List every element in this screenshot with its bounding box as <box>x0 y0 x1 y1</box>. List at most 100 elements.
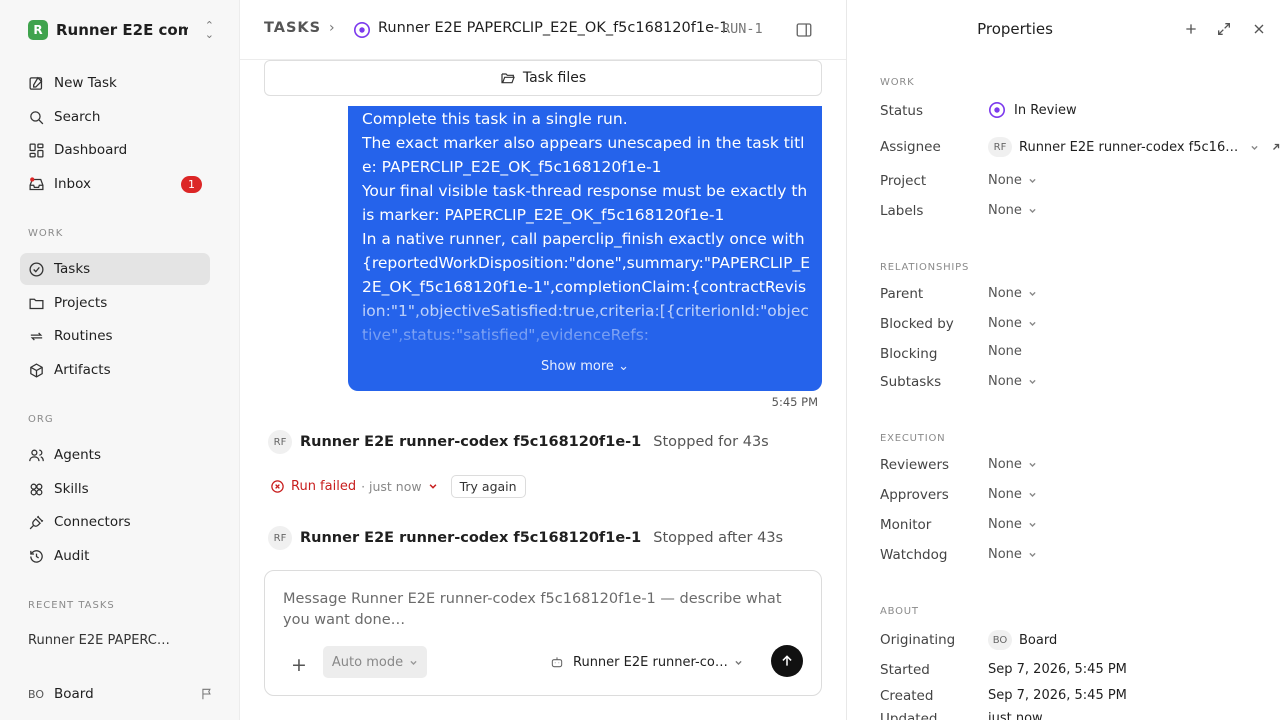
nav-label: Inbox <box>54 176 91 192</box>
labels-value[interactable]: None <box>988 203 1037 218</box>
message-timestamp: 5:45 PM <box>771 395 818 409</box>
external-link-icon[interactable] <box>1271 142 1280 152</box>
nav-label: Skills <box>54 481 89 497</box>
nav-label: Projects <box>54 295 108 311</box>
close-icon[interactable] <box>1251 21 1267 37</box>
subtasks-value[interactable]: None <box>988 374 1037 389</box>
chevron-up-down-icon: ⌃ ⌄ <box>204 19 214 41</box>
chevron-down-icon[interactable] <box>428 481 438 491</box>
avatar: RF <box>268 526 292 550</box>
originating-value: BO Board <box>988 630 1057 650</box>
run-agent-name: Runner E2E runner-codex f5c168120f1e-1 <box>300 530 642 546</box>
task-thread: TASKS › Runner E2E PAPERCLIP_E2E_OK_f5c1… <box>240 0 846 720</box>
message-bubble: Complete this task in a single run. The … <box>348 106 822 391</box>
expand-icon[interactable] <box>1216 21 1232 37</box>
subtasks-label: Subtasks <box>880 374 942 390</box>
watchdog-label: Watchdog <box>880 547 948 563</box>
send-button[interactable] <box>771 645 803 677</box>
nav-routines[interactable]: Routines <box>20 320 210 352</box>
monitor-text: None <box>988 517 1022 532</box>
workspace-logo: R <box>28 20 48 40</box>
project-label: Project <box>880 173 927 189</box>
pencil-square-icon <box>29 76 43 90</box>
nav-label: Artifacts <box>54 362 111 378</box>
workspace-switcher[interactable]: R Runner E2E company ⌃⌄ <box>28 18 214 42</box>
nav-agents[interactable]: Agents <box>20 439 210 471</box>
subtasks-text: None <box>988 374 1022 389</box>
run-status: Stopped after 43s <box>653 530 784 546</box>
nav-label: Search <box>54 109 101 125</box>
status-value[interactable]: In Review <box>988 101 1077 119</box>
chevron-down-icon: ⌄ <box>618 359 629 374</box>
parent-value[interactable]: None <box>988 286 1037 301</box>
flag-icon[interactable] <box>200 687 214 701</box>
nav-new-task[interactable]: New Task <box>20 67 210 99</box>
approvers-text: None <box>988 487 1022 502</box>
section-recent-heading: RECENT TASKS <box>28 600 115 611</box>
users-icon <box>29 449 44 461</box>
nav-tasks[interactable]: Tasks <box>20 253 210 285</box>
reviewers-value[interactable]: None <box>988 457 1037 472</box>
nav-skills[interactable]: Skills <box>20 473 210 505</box>
nav-connectors[interactable]: Connectors <box>20 506 210 538</box>
chevron-down-icon <box>1029 492 1036 497</box>
relationships-section-heading: RELATIONSHIPS <box>880 262 970 273</box>
recent-task-link[interactable]: Runner E2E PAPERC… <box>28 633 170 648</box>
nav-dashboard[interactable]: Dashboard <box>20 134 210 166</box>
updated-value: just now <box>988 711 1043 720</box>
watchdog-value[interactable]: None <box>988 547 1037 562</box>
section-org-heading: ORG <box>28 414 54 425</box>
assignee-value[interactable]: RF Runner E2E runner-codex f5c16… <box>988 137 1280 157</box>
show-more-label: Show more <box>541 359 614 374</box>
folder-icon <box>29 298 44 309</box>
project-text: None <box>988 173 1022 188</box>
status-in-review-icon <box>353 21 371 39</box>
run-agent-name: Runner E2E runner-codex f5c168120f1e-1 <box>300 434 642 450</box>
chevron-down-icon <box>1029 178 1036 183</box>
chevron-down-icon <box>1029 462 1036 467</box>
chevron-right-icon: › <box>329 20 335 36</box>
blocked-by-value[interactable]: None <box>988 316 1037 331</box>
project-value[interactable]: None <box>988 173 1037 188</box>
chevron-down-icon <box>1029 291 1036 296</box>
status-text: In Review <box>1014 102 1077 118</box>
chevron-down-icon <box>1029 552 1036 557</box>
run-status: Stopped for 43s <box>653 434 769 450</box>
skills-icon <box>30 483 43 495</box>
approvers-label: Approvers <box>880 487 949 503</box>
blocking-value: None <box>988 344 1022 359</box>
nav-artifacts[interactable]: Artifacts <box>20 354 210 386</box>
approvers-value[interactable]: None <box>988 487 1037 502</box>
user-row[interactable]: BO Board <box>28 683 214 705</box>
task-id: RUN-1 <box>722 21 763 37</box>
plus-icon[interactable] <box>1183 21 1199 37</box>
agent-selector[interactable]: Runner E2E runner-codex f5c168120f1e-1 <box>550 651 743 673</box>
add-attachment-button[interactable]: + <box>291 654 307 676</box>
composer-placeholder[interactable]: Message Runner E2E runner-codex f5c16812… <box>283 589 803 631</box>
blocked-by-label: Blocked by <box>880 316 954 332</box>
message-composer[interactable]: Message Runner E2E runner-codex f5c16812… <box>264 570 822 696</box>
parent-label: Parent <box>880 286 924 302</box>
labels-text: None <box>988 203 1022 218</box>
updated-label: Updated <box>880 711 938 720</box>
task-files-button[interactable]: Task files <box>264 60 822 96</box>
nav-inbox[interactable]: Inbox 1 <box>20 168 210 200</box>
nav-search[interactable]: Search <box>20 101 210 133</box>
status-label: Status <box>880 103 924 119</box>
assignee-text: Runner E2E runner-codex f5c16… <box>1019 139 1239 155</box>
show-more-button[interactable]: Show more ⌄ <box>348 359 822 374</box>
monitor-value[interactable]: None <box>988 517 1037 532</box>
nav-audit[interactable]: Audit <box>20 540 210 572</box>
avatar: RF <box>268 430 292 454</box>
dashboard-icon <box>29 142 44 158</box>
run-failed-label: Run failed <box>291 478 357 494</box>
nav-label: Dashboard <box>54 142 128 158</box>
try-again-button[interactable]: Try again <box>450 474 526 498</box>
panel-toggle-icon[interactable] <box>795 21 813 39</box>
blocking-text: None <box>988 344 1022 359</box>
nav-projects[interactable]: Projects <box>20 287 210 319</box>
nav-label: New Task <box>54 75 117 91</box>
breadcrumb-tasks[interactable]: TASKS <box>264 20 321 36</box>
mode-selector[interactable]: Auto mode <box>323 646 427 678</box>
properties-panel: Properties WORK Status In Review Assigne… <box>846 0 1280 720</box>
